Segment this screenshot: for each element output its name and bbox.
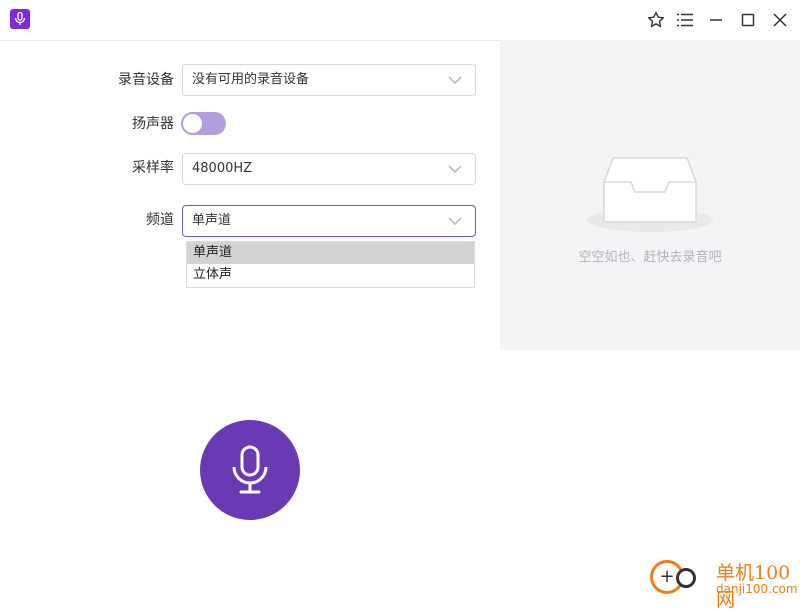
empty-inbox-icon bbox=[587, 157, 713, 232]
watermark-url: danji100.com bbox=[716, 582, 798, 596]
toggle-knob bbox=[183, 114, 202, 133]
chevron-down-icon bbox=[448, 76, 462, 85]
sample-rate-select[interactable]: 48000HZ bbox=[182, 153, 476, 185]
channel-select[interactable]: 单声道 bbox=[182, 205, 476, 237]
sample-rate-select-value: 48000HZ bbox=[192, 161, 253, 176]
title-bar bbox=[0, 0, 800, 41]
watermark-logo: + 单机100网 danji100.com bbox=[650, 558, 800, 611]
recordings-panel: 空空如也、赶快去录音吧 bbox=[500, 40, 800, 350]
device-select[interactable]: 没有可用的录音设备 bbox=[182, 64, 476, 96]
empty-state-text: 空空如也、赶快去录音吧 bbox=[578, 250, 722, 265]
microphone-icon bbox=[232, 445, 268, 494]
chevron-down-icon bbox=[448, 165, 462, 174]
speaker-toggle[interactable] bbox=[181, 112, 226, 135]
device-select-value: 没有可用的录音设备 bbox=[192, 72, 310, 87]
device-label: 录音设备 bbox=[118, 72, 174, 88]
speaker-label: 扬声器 bbox=[132, 116, 174, 132]
channel-dropdown: 单声道 立体声 bbox=[186, 241, 475, 288]
star-icon[interactable] bbox=[646, 10, 666, 30]
record-button[interactable] bbox=[200, 420, 300, 520]
app-logo-icon bbox=[10, 9, 30, 29]
close-icon[interactable] bbox=[770, 10, 790, 30]
chevron-down-icon bbox=[448, 217, 462, 226]
channel-label: 频道 bbox=[146, 212, 174, 228]
minimize-icon[interactable] bbox=[706, 10, 726, 30]
maximize-icon[interactable] bbox=[738, 10, 758, 30]
sample-rate-label: 采样率 bbox=[132, 160, 174, 176]
channel-option-mono[interactable]: 单声道 bbox=[187, 242, 474, 264]
menu-list-icon[interactable] bbox=[675, 10, 695, 30]
channel-option-stereo[interactable]: 立体声 bbox=[187, 264, 474, 286]
channel-select-value: 单声道 bbox=[192, 213, 232, 228]
watermark-ring-icon bbox=[676, 568, 696, 588]
